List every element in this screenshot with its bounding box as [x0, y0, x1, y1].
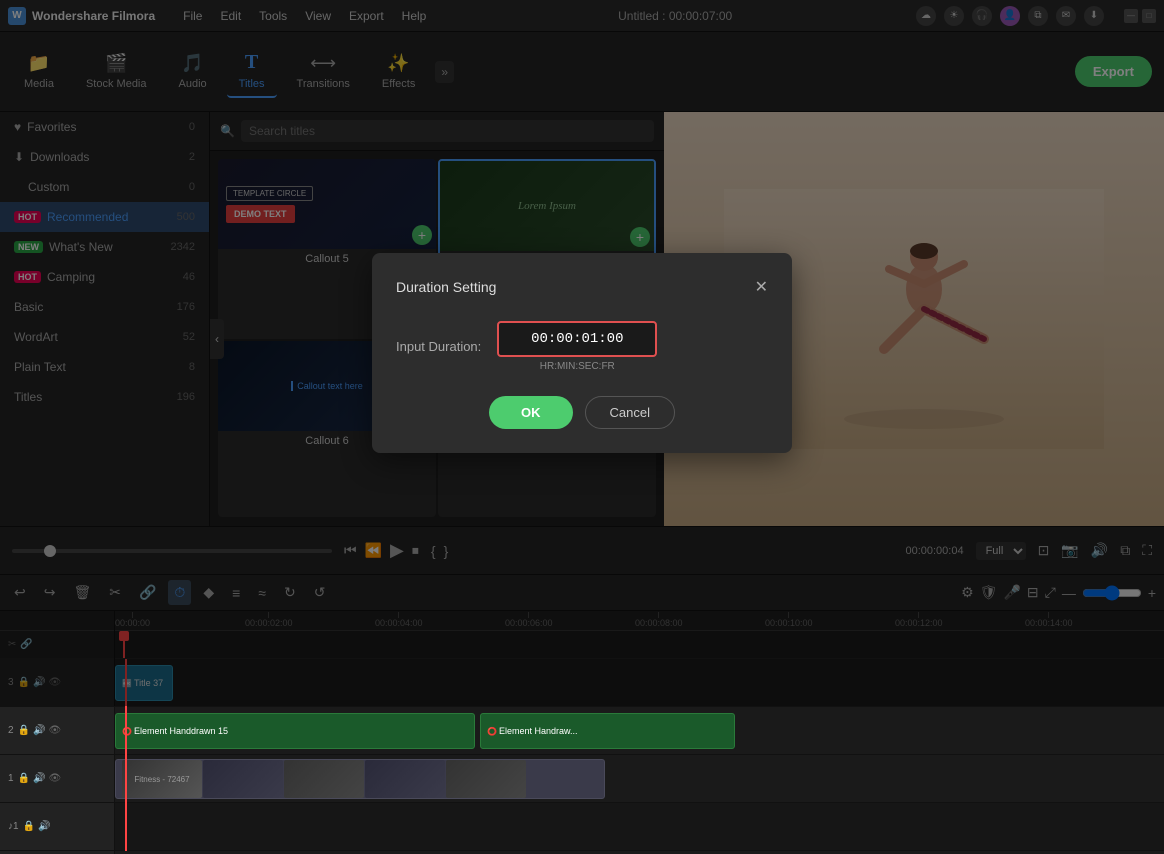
element-icon-2: ⭕ — [487, 727, 497, 736]
track2-number: 2 — [8, 725, 14, 736]
element15-label: Element Handdrawn 15 — [134, 726, 228, 736]
track2-icons: 🔒 🔊 👁 — [18, 725, 62, 736]
video-thumb-3 — [284, 760, 364, 798]
track1-visible-icon[interactable]: 👁 — [48, 773, 61, 784]
audio-track-row — [115, 803, 1164, 851]
video-strip: Fitness - 72467 — [122, 760, 598, 798]
track1-number: 1 — [8, 773, 14, 784]
track2-mute-icon[interactable]: 🔊 — [33, 725, 45, 736]
video-thumb-2 — [203, 760, 283, 798]
track1-row: Fitness - 72467 — [115, 755, 1164, 803]
modal-header: Duration Setting ✕ — [396, 277, 768, 297]
audio1-number: ♪1 — [8, 821, 19, 832]
track-label-audio1: ♪1 🔒 🔊 — [0, 803, 114, 851]
video-thumb-1: Fitness - 72467 — [122, 760, 202, 798]
ok-button[interactable]: OK — [489, 396, 573, 429]
duration-input[interactable] — [497, 321, 657, 357]
track1-mute-icon[interactable]: 🔊 — [33, 773, 45, 784]
fitness-label: Fitness - 72467 — [134, 775, 189, 784]
modal-hint: HR:MIN:SEC:FR — [497, 361, 657, 372]
modal-close-button[interactable]: ✕ — [755, 277, 768, 297]
modal-overlay: Duration Setting ✕ Input Duration: HR:MI… — [0, 0, 1164, 706]
track-label-2: 2 🔒 🔊 👁 — [0, 707, 114, 755]
audio1-lock-icon[interactable]: 🔒 — [23, 821, 35, 832]
track-label-1: 1 🔒 🔊 👁 — [0, 755, 114, 803]
track2-row: ⭕ Element Handdrawn 15 ⭕ Element Handraw… — [115, 707, 1164, 755]
clip-fitness[interactable]: Fitness - 72467 — [115, 759, 605, 799]
element-label-2: Element Handraw... — [499, 726, 578, 736]
duration-setting-modal: Duration Setting ✕ Input Duration: HR:MI… — [372, 253, 792, 453]
track1-lock-icon[interactable]: 🔒 — [18, 773, 30, 784]
duration-input-container: HR:MIN:SEC:FR — [497, 321, 657, 372]
track2-lock-icon[interactable]: 🔒 — [18, 725, 30, 736]
clip-element-handdrawn15[interactable]: ⭕ Element Handdrawn 15 — [115, 713, 475, 749]
modal-body: Input Duration: HR:MIN:SEC:FR — [396, 321, 768, 372]
audio1-icons: 🔒 🔊 — [23, 821, 51, 832]
clip-element-handdrawn-2[interactable]: ⭕ Element Handraw... — [480, 713, 735, 749]
video-thumb-4 — [365, 760, 445, 798]
cancel-button[interactable]: Cancel — [585, 396, 675, 429]
modal-label: Input Duration: — [396, 339, 481, 354]
modal-footer: OK Cancel — [396, 396, 768, 429]
track2-visible-icon[interactable]: 👁 — [48, 725, 61, 736]
modal-title: Duration Setting — [396, 279, 496, 295]
track1-icons: 🔒 🔊 👁 — [18, 773, 62, 784]
video-thumb-5 — [446, 760, 526, 798]
audio1-mute-icon[interactable]: 🔊 — [38, 821, 50, 832]
